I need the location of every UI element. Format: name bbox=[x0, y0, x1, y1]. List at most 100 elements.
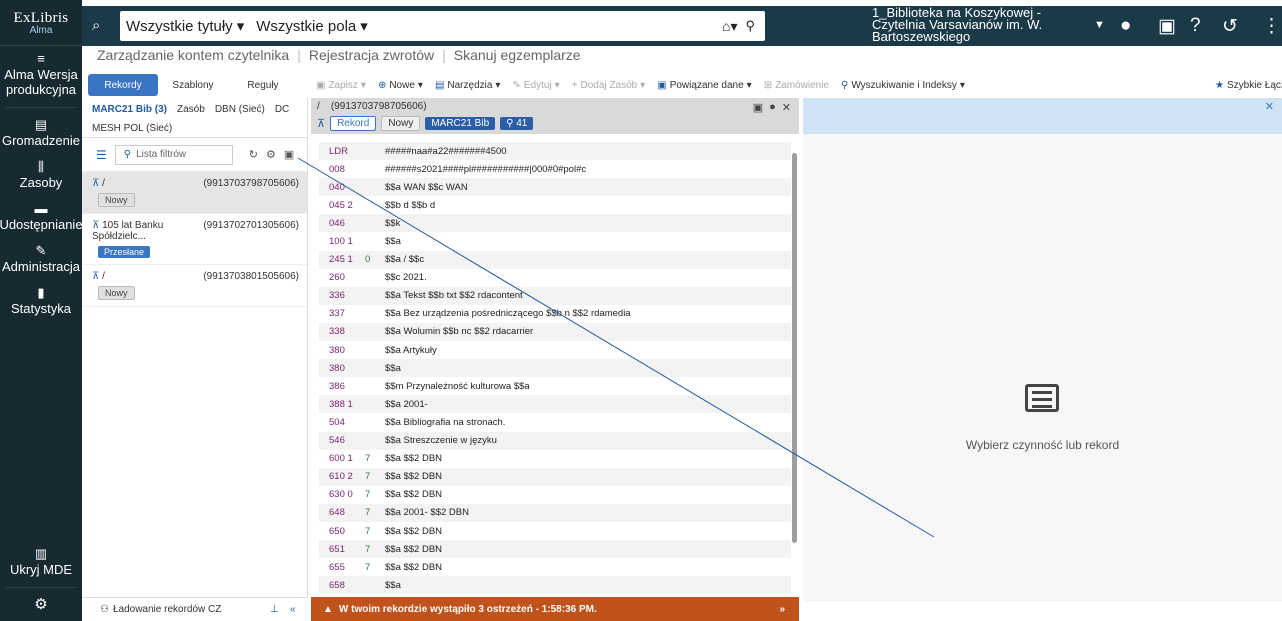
related-data-button[interactable]: ▣ Powiązane dane ▾ bbox=[657, 80, 751, 91]
new-button[interactable]: ⊕ Nowe ▾ bbox=[378, 80, 423, 91]
marc-field-row[interactable]: 630 0 7 $$a $$2 DBN bbox=[319, 486, 791, 504]
marc-field-row[interactable]: 650 7 $$a $$2 DBN bbox=[319, 522, 791, 540]
nav-item-udostepnianie[interactable]: ▬ Udostępnianie bbox=[0, 196, 83, 238]
marc-value[interactable]: $$a $$2 DBN bbox=[385, 489, 442, 500]
close-icon[interactable]: ✕ bbox=[1265, 100, 1274, 113]
filter-options-icon[interactable]: ⚙ bbox=[266, 148, 276, 161]
marc-field-row[interactable]: 658 $$a bbox=[319, 576, 791, 595]
marc-value[interactable]: $$a Artykuły bbox=[385, 345, 437, 356]
marc-value[interactable]: $$a $$2 DBN bbox=[385, 471, 442, 482]
marc-field-row[interactable]: 046 $$k bbox=[319, 214, 791, 233]
marc-value[interactable]: $$b d $$b d bbox=[385, 200, 435, 211]
marc-value[interactable]: $$a bbox=[385, 363, 401, 374]
marc-value[interactable]: $$a WAN $$c WAN bbox=[385, 182, 468, 193]
marc-value[interactable]: $$a / $$c bbox=[385, 254, 424, 265]
marc-field-row[interactable]: 336 $$a Tekst $$b txt $$2 rdacontent bbox=[319, 286, 791, 305]
tab-dbn[interactable]: DBN (Sieć) bbox=[215, 104, 265, 115]
marc-field-row[interactable]: 655 7 $$a $$2 DBN bbox=[319, 558, 791, 576]
marc-field-row[interactable]: 600 1 7 $$a $$2 DBN bbox=[319, 450, 791, 468]
marc-value[interactable]: $$k bbox=[385, 218, 400, 229]
edit-button[interactable]: ✎ Edytuj ▾ bbox=[512, 80, 559, 91]
marc-field-row[interactable]: 648 7 $$a 2001- $$2 DBN bbox=[319, 503, 791, 522]
expand-icon[interactable]: » bbox=[779, 604, 785, 615]
marc-field-row[interactable]: 245 1 0 $$a / $$c bbox=[319, 250, 791, 269]
pin-icon[interactable]: ⊥ bbox=[270, 604, 279, 615]
marc-value[interactable]: $$a $$2 DBN bbox=[385, 453, 442, 464]
tab-holdings[interactable]: Zasób bbox=[177, 104, 205, 115]
home-icon[interactable]: ⌂▾ bbox=[718, 18, 741, 35]
marc-field-row[interactable]: 045 2 $$b d $$b d bbox=[319, 196, 791, 214]
scope-dropdown[interactable]: Wszystkie tytuły ▾ bbox=[120, 17, 250, 36]
tab-templates[interactable]: Szablony bbox=[158, 74, 228, 96]
tab-records[interactable]: Rekordy bbox=[88, 74, 158, 96]
search-input[interactable] bbox=[373, 14, 718, 38]
marc-field-row[interactable]: 100 1 $$a bbox=[319, 232, 791, 250]
marc-field-row[interactable]: 386 $$m Przynależność kulturowa $$a bbox=[319, 377, 791, 395]
marc-value[interactable]: $$a Bez urządzenia pośredniczącego $$b n… bbox=[385, 308, 631, 319]
marc-field-row[interactable]: 380 $$a Artykuły bbox=[319, 341, 791, 359]
marc-value[interactable]: $$a Bibliografia na stronach. bbox=[385, 417, 505, 428]
marc-value[interactable]: $$a 2001- bbox=[385, 399, 428, 410]
exlibris-logo[interactable]: ExLibris Alma bbox=[0, 0, 82, 46]
marc-value[interactable]: $$a Streszczenie w języku bbox=[385, 435, 497, 446]
marc-field-row[interactable]: 008 ######s2021####pl###########|000#0#po… bbox=[319, 160, 791, 178]
marc-field-row[interactable]: 504 $$a Bibliografia na stronach. bbox=[319, 413, 791, 431]
marc-value[interactable]: $$a 2001- $$2 DBN bbox=[385, 507, 469, 518]
marc-value[interactable]: $$a $$2 DBN bbox=[385, 544, 442, 555]
quick-links-button[interactable]: ★Szybkie Łącza bbox=[1215, 80, 1282, 91]
refresh-icon[interactable]: ↻ bbox=[249, 148, 258, 161]
location-count-chip[interactable]: ⚲ 41 bbox=[500, 117, 534, 130]
help-icon[interactable]: ? bbox=[1190, 15, 1201, 37]
marc-field-row[interactable]: 380 $$a bbox=[319, 359, 791, 378]
list-item[interactable]: ⊼ 105 lat Banku Spółdzielc... (9913702701… bbox=[82, 214, 307, 265]
nav-item-administracja[interactable]: ✎ Administracja bbox=[0, 238, 82, 280]
marc-value[interactable]: ######s2021####pl###########|000#0#pol#c bbox=[385, 164, 586, 175]
search-icon[interactable]: ⚲ bbox=[741, 18, 765, 34]
filter-input[interactable]: ⚲ Lista filtrów bbox=[114, 144, 233, 165]
close-icon[interactable]: ✕ bbox=[782, 101, 791, 114]
tab-marc21-bib[interactable]: MARC21 Bib (3) bbox=[92, 104, 167, 115]
list-item[interactable]: ⊼ / (9913703801505606) Nowy bbox=[82, 265, 307, 307]
hide-mde-button[interactable]: ▥ Ukryj MDE bbox=[0, 541, 82, 583]
tools-button[interactable]: ▤ Narzędzia ▾ bbox=[435, 80, 501, 91]
marc-field-row[interactable]: 040 $$a WAN $$c WAN bbox=[319, 178, 791, 197]
filter-settings-icon[interactable]: ☰ bbox=[96, 148, 107, 162]
view-toggle-icon[interactable]: ▣ bbox=[284, 148, 294, 161]
marc-field-row[interactable]: 260 $$c 2021. bbox=[319, 269, 791, 287]
marc-value[interactable]: $$a bbox=[385, 236, 401, 247]
marc-value[interactable]: $$m Przynależność kulturowa $$a bbox=[385, 381, 530, 392]
nav-item-statystyka[interactable]: ▮ Statystyka bbox=[0, 280, 82, 322]
marc-value[interactable]: $$a $$2 DBN bbox=[385, 526, 442, 537]
editor-scrollbar[interactable] bbox=[792, 153, 797, 543]
persistent-search-icon[interactable]: ⌕ bbox=[92, 17, 100, 34]
nav-item-alma-version[interactable]: ≡ Alma Wersja produkcyjna bbox=[0, 46, 82, 103]
marc-field-row[interactable]: LDR #####naa#a22#######4500 bbox=[319, 142, 791, 161]
marc-field-row[interactable]: 388 1 $$a 2001- bbox=[319, 395, 791, 414]
nav-item-zasoby[interactable]: ⫼ Zasoby bbox=[0, 154, 82, 196]
save-icon[interactable]: ▣ bbox=[753, 101, 763, 114]
warning-bar[interactable]: ▲ W twoim rekordzie wystąpiło 3 ostrzeże… bbox=[311, 597, 799, 621]
settings-button[interactable]: ⚙ bbox=[0, 592, 82, 621]
tab-mesh-pol[interactable]: MESH POL (Sieć) bbox=[82, 120, 307, 138]
breadcrumb-link[interactable]: Zarządzanie kontem czytelnika bbox=[97, 47, 289, 63]
save-button[interactable]: ▣ Zapisz ▾ bbox=[316, 80, 366, 91]
marc-value[interactable]: #####naa#a22#######4500 bbox=[385, 146, 507, 157]
more-icon[interactable]: ⋮ bbox=[1262, 15, 1281, 38]
search-indexes-button[interactable]: ⚲ Wyszukiwanie i Indeksy ▾ bbox=[841, 80, 965, 91]
marc-value[interactable]: $$c 2021. bbox=[385, 272, 427, 283]
add-holding-button[interactable]: + Dodaj Zasób ▾ bbox=[572, 80, 646, 91]
breadcrumb-link[interactable]: Skanuj egzemplarze bbox=[454, 47, 581, 63]
user-icon[interactable]: ● bbox=[1120, 15, 1131, 37]
collapse-icon[interactable]: « bbox=[290, 604, 296, 615]
marc-field-row[interactable]: 651 7 $$a $$2 DBN bbox=[319, 540, 791, 559]
tab-dc[interactable]: DC bbox=[275, 104, 289, 115]
history-icon[interactable]: ↺ bbox=[1222, 15, 1238, 38]
institution-name[interactable]: 1_Biblioteka na Koszykowej - Czytelnia V… bbox=[872, 6, 1062, 43]
field-dropdown[interactable]: Wszystkie pola ▾ bbox=[250, 17, 374, 36]
marc-value[interactable]: $$a Tekst $$b txt $$2 rdacontent bbox=[385, 290, 523, 301]
marc-value[interactable]: $$a $$2 DBN bbox=[385, 562, 442, 573]
marc-field-row[interactable]: 338 $$a Wolumin $$b nc $$2 rdacarrier bbox=[319, 322, 791, 342]
tasks-icon[interactable]: ▣ bbox=[1158, 15, 1176, 38]
nav-item-gromadzenie[interactable]: ▤ Gromadzenie bbox=[0, 112, 82, 154]
marc-field-row[interactable]: 337 $$a Bez urządzenia pośredniczącego $$… bbox=[319, 305, 791, 323]
